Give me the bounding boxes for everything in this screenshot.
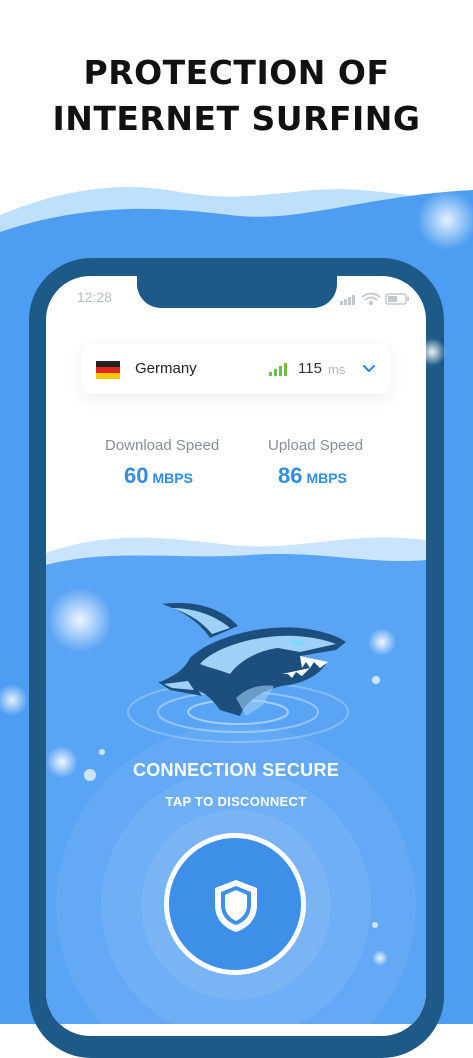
upload-speed-unit: MBPS — [306, 470, 347, 486]
status-bar-icons — [340, 292, 409, 306]
download-speed-value: 60 MBPS — [124, 463, 193, 489]
wifi-icon — [361, 292, 381, 306]
download-speed-unit: MBPS — [152, 470, 193, 486]
battery-icon — [385, 293, 409, 305]
disconnect-hint[interactable]: TAP TO DISCONNECT — [46, 794, 426, 809]
germany-flag-icon — [96, 361, 120, 379]
connection-status: CONNECTION SECURE — [132, 760, 340, 780]
upload-speed-number: 86 — [278, 463, 303, 488]
chevron-down-icon[interactable] — [362, 362, 376, 374]
signal-bars-icon — [269, 363, 287, 376]
ping-unit: ms — [328, 362, 346, 377]
ping-value: 115 — [298, 360, 322, 377]
shield-icon — [215, 880, 257, 932]
upload-speed-value: 86 MBPS — [278, 463, 347, 489]
download-speed-number: 60 — [124, 463, 149, 488]
download-speed-label: Download Speed — [105, 437, 220, 454]
server-country: Germany — [135, 360, 197, 377]
shark-logo-icon — [158, 602, 346, 716]
status-bar-time: 12:28 — [77, 289, 113, 305]
upload-speed-label: Upload Speed — [268, 437, 364, 454]
cellular-icon — [340, 295, 355, 305]
phone-notch — [137, 258, 337, 308]
